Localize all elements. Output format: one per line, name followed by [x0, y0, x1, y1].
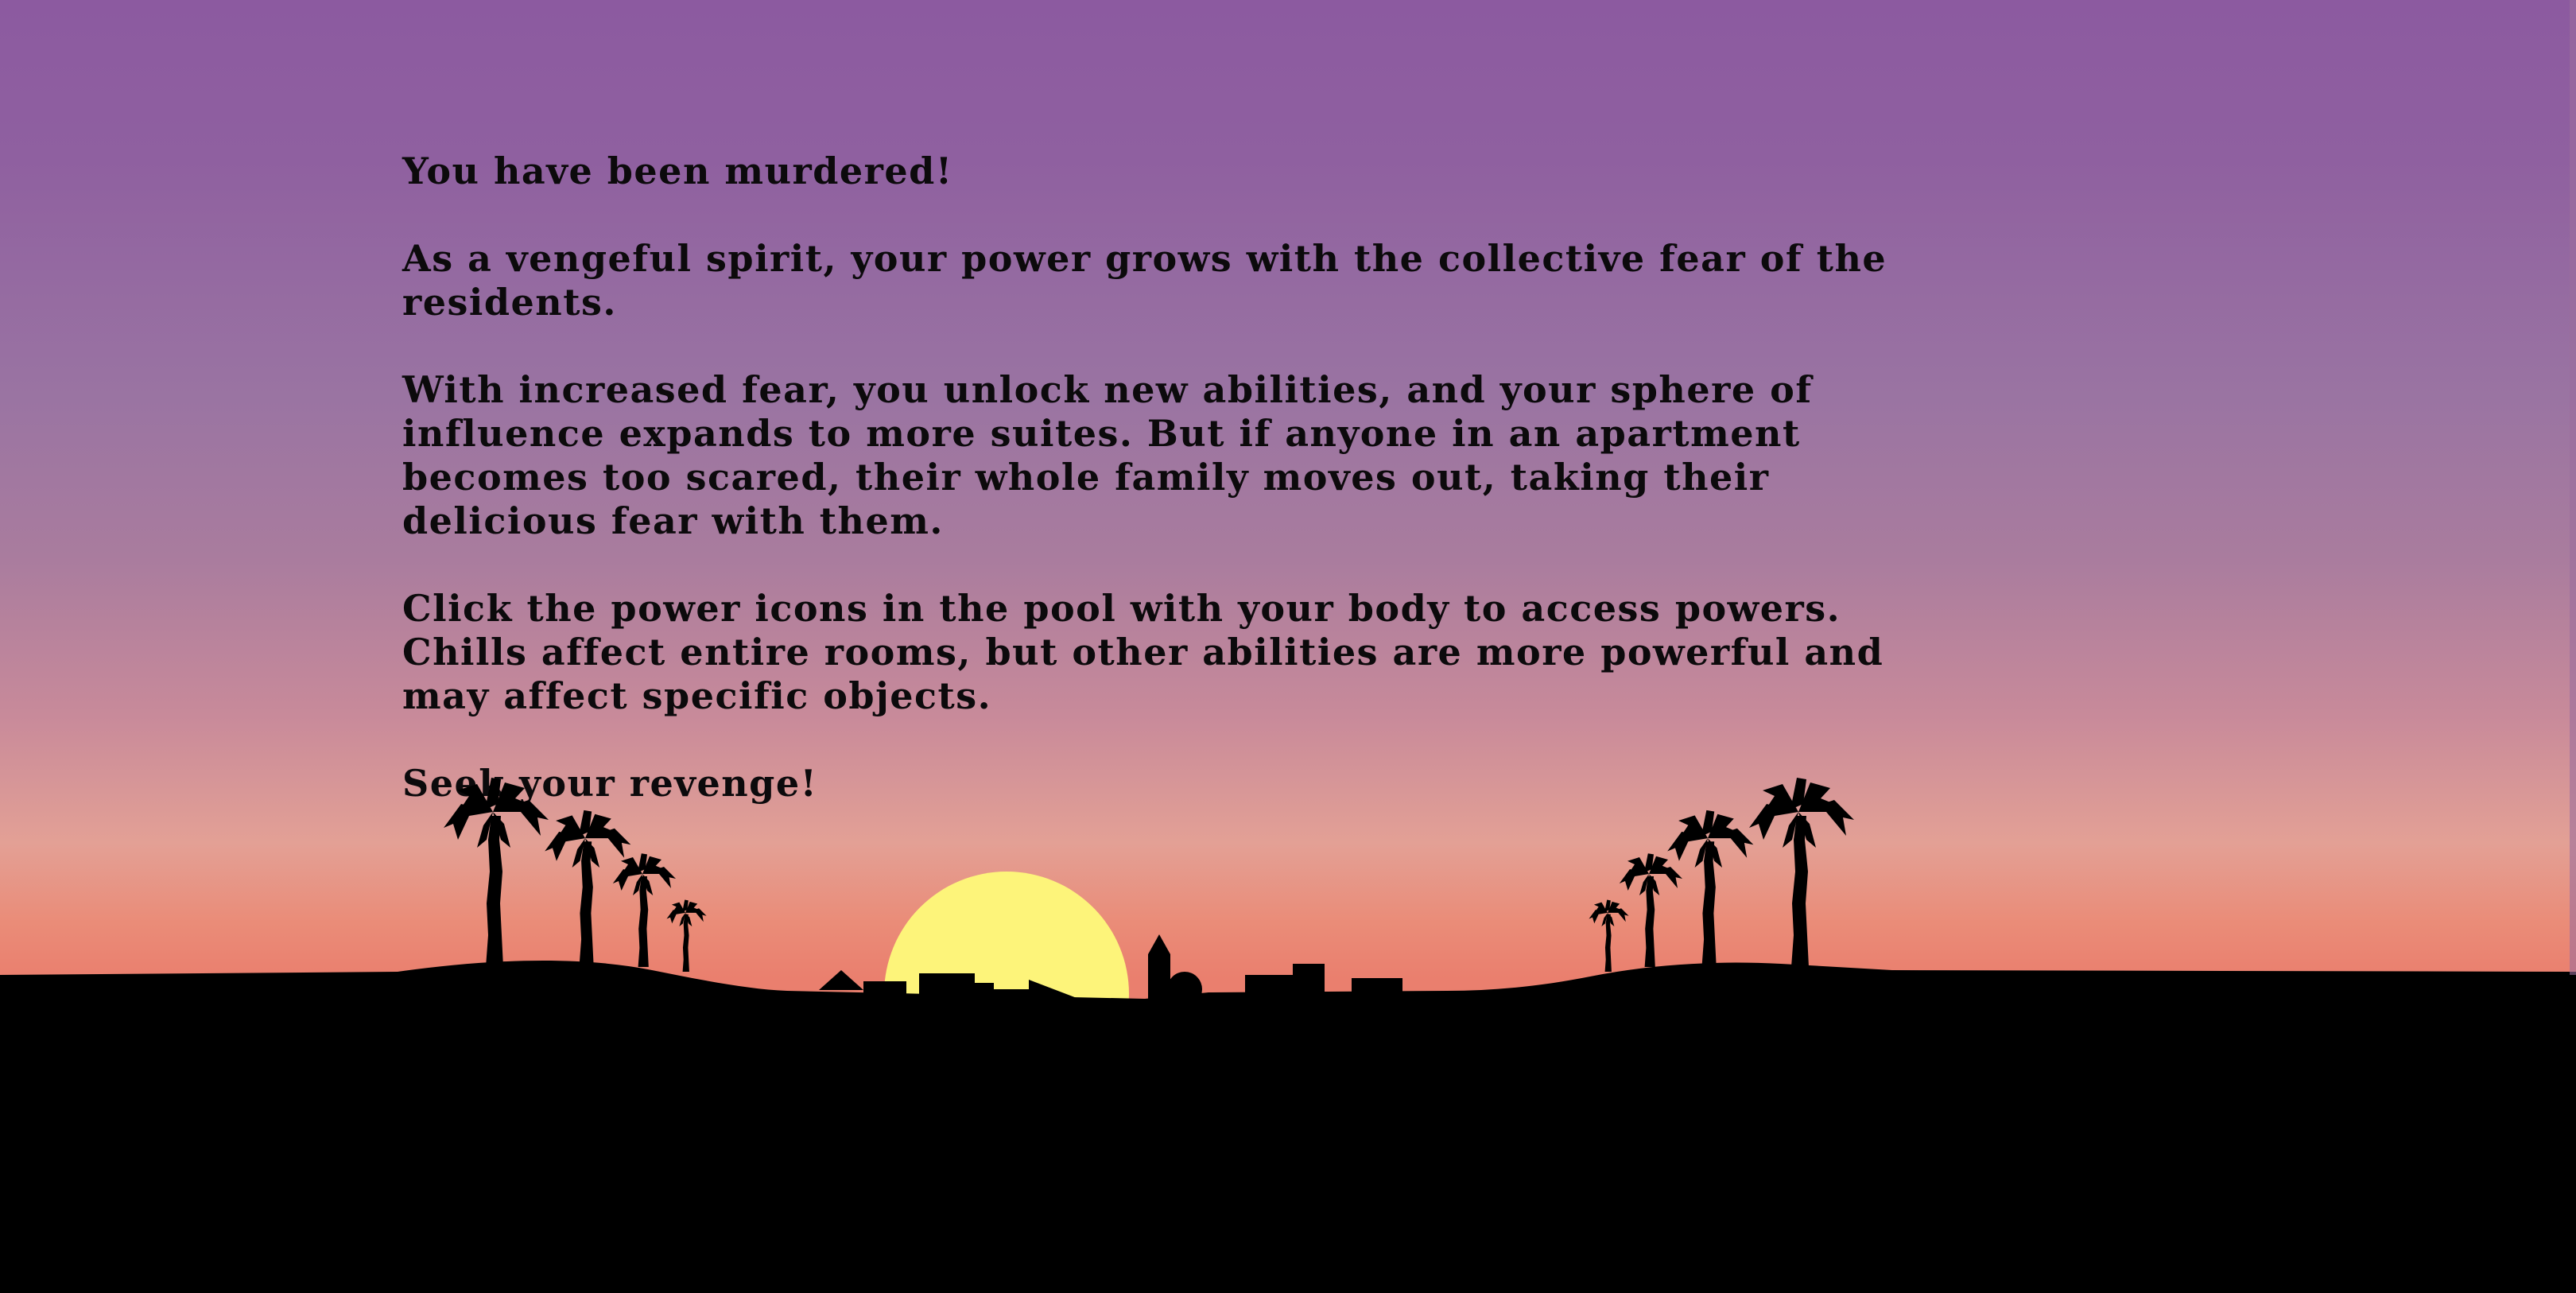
palm-tree-icon [1667, 810, 1754, 965]
game-intro-screen[interactable]: You have been murdered! As a vengeful sp… [0, 0, 2576, 1293]
palm-tree-icon [1619, 853, 1682, 967]
palm-tree-icon [1589, 899, 1629, 972]
ground-silhouette [0, 960, 2576, 1293]
edge-shadow [2570, 0, 2576, 975]
sunset-horizon [0, 778, 2576, 1293]
palm-tree-icon [1749, 778, 1854, 967]
palm-tree-icon [666, 899, 707, 972]
palm-tree-icon [612, 853, 676, 967]
palm-tree-icon [545, 810, 631, 965]
palm-tree-icon [444, 778, 549, 967]
